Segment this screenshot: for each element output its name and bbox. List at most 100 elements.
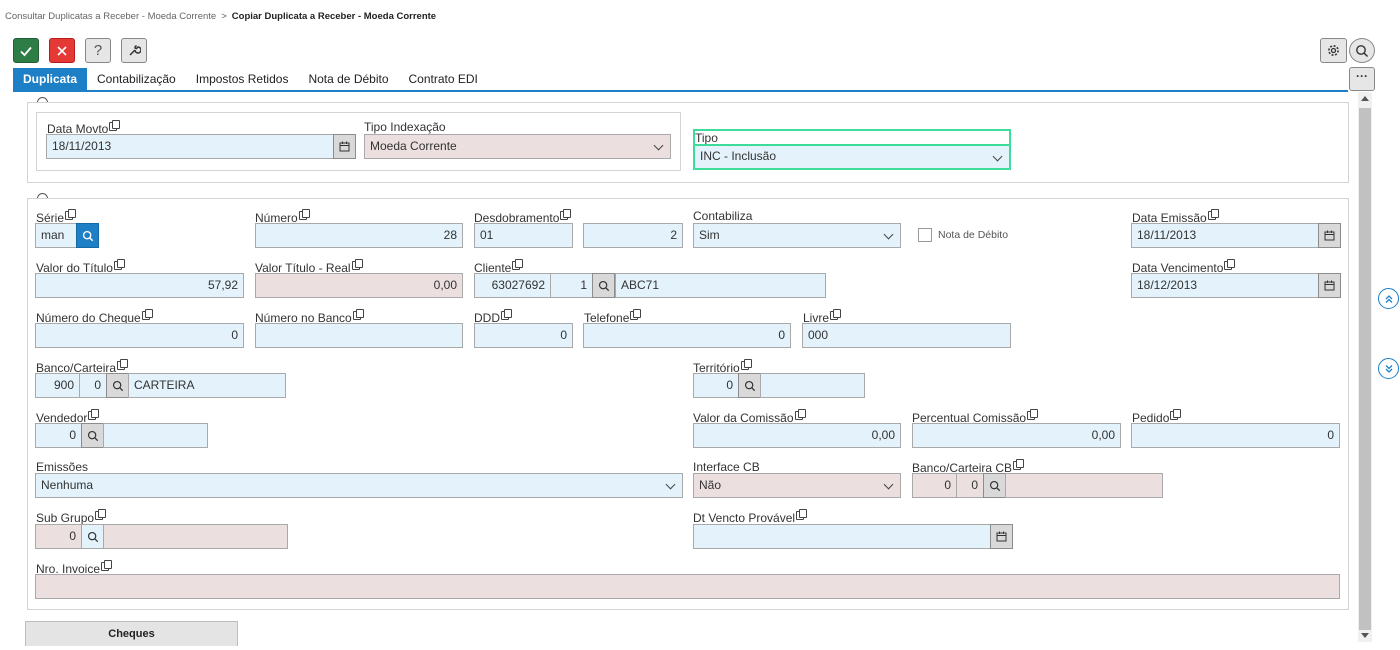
territorio-search-button[interactable]	[738, 373, 761, 398]
copy-icon[interactable]	[113, 259, 125, 270]
scroll-up-arrow-icon[interactable]	[1361, 96, 1369, 101]
copy-icon[interactable]	[95, 509, 107, 520]
data-emissao-field[interactable]: 18/11/2013	[1131, 223, 1319, 248]
telefone-field[interactable]: 0	[583, 323, 791, 348]
tab-nota-de-debito[interactable]: Nota de Débito	[298, 68, 398, 91]
tab-underline	[13, 90, 1348, 92]
copy-icon[interactable]	[351, 259, 363, 270]
data-movto-field[interactable]: 18/11/2013	[46, 134, 334, 159]
percentual-comissao-field[interactable]: 0,00	[912, 423, 1121, 448]
ddd-field[interactable]: 0	[474, 323, 573, 348]
territorio-field[interactable]: 0	[693, 373, 739, 398]
tools-button[interactable]	[121, 38, 147, 63]
data-vencimento-calendar-button[interactable]	[1318, 273, 1341, 298]
cliente-name-field[interactable]: ABC71	[615, 273, 826, 298]
copy-icon[interactable]	[1013, 459, 1025, 470]
copy-icon[interactable]	[501, 309, 512, 320]
scroll-down-arrow-icon[interactable]	[1361, 633, 1369, 638]
copy-icon[interactable]	[830, 309, 842, 320]
serie-search-button[interactable]	[76, 223, 99, 248]
search-button[interactable]	[1349, 38, 1375, 63]
copy-icon[interactable]	[740, 359, 752, 370]
confirm-button[interactable]	[13, 38, 39, 63]
numero-cheque-field[interactable]: 0	[35, 323, 244, 348]
numero-field[interactable]: 28	[255, 223, 463, 248]
breadcrumb-parent[interactable]: Consultar Duplicatas a Receber - Moeda C…	[5, 11, 216, 22]
copy-icon[interactable]	[141, 309, 153, 320]
copy-icon[interactable]	[101, 560, 113, 571]
data-vencimento-field[interactable]: 18/12/2013	[1131, 273, 1319, 298]
banco-carteira-cb-search-button[interactable]	[983, 473, 1006, 498]
data-emissao-calendar-button[interactable]	[1318, 223, 1341, 248]
copy-icon[interactable]	[1207, 209, 1219, 220]
vendedor-field[interactable]: 0	[35, 423, 82, 448]
valor-comissao-field[interactable]: 0,00	[693, 423, 901, 448]
serie-field[interactable]: man	[35, 223, 77, 248]
territorio-desc-field[interactable]	[760, 373, 865, 398]
copy-icon[interactable]	[65, 209, 77, 220]
copy-icon[interactable]	[1027, 409, 1039, 420]
settings-button[interactable]	[1320, 38, 1347, 63]
help-button[interactable]: ?	[85, 38, 111, 63]
copy-icon[interactable]	[512, 259, 524, 270]
copy-icon[interactable]	[1224, 259, 1236, 270]
search-icon	[1356, 44, 1369, 57]
desdobramento-seq-field[interactable]: 2	[583, 223, 683, 248]
dt-vencto-provavel-field[interactable]	[693, 524, 991, 549]
contabiliza-select[interactable]: Sim	[693, 223, 901, 248]
vendedor-search-button[interactable]	[81, 423, 104, 448]
copy-icon[interactable]	[630, 309, 642, 320]
cliente-code-field[interactable]: 63027692	[474, 273, 551, 298]
tab-contrato-edi[interactable]: Contrato EDI	[399, 68, 488, 91]
cliente-search-button[interactable]	[592, 273, 615, 298]
copy-icon[interactable]	[1170, 409, 1182, 420]
dt-vencto-provavel-calendar-button[interactable]	[990, 524, 1013, 549]
desdobramento-field[interactable]: 01	[474, 223, 573, 248]
search-icon	[744, 380, 755, 391]
chevron-down-icon	[883, 229, 894, 240]
banco-field[interactable]: 900	[35, 373, 80, 398]
scrollbar-thumb[interactable]	[1359, 108, 1371, 630]
chevron-down-icon	[665, 479, 676, 490]
copy-icon[interactable]	[794, 409, 806, 420]
scroll-to-top-button[interactable]	[1378, 288, 1399, 309]
carteira-field[interactable]: 0	[79, 373, 107, 398]
sub-grupo-search-button[interactable]	[81, 524, 104, 549]
vendedor-desc-field[interactable]	[103, 423, 208, 448]
copy-icon[interactable]	[796, 509, 808, 520]
cheques-tab[interactable]: Cheques	[25, 621, 238, 646]
valor-titulo-real-field: 0,00	[255, 273, 463, 298]
banco-carteira-desc-field[interactable]: CARTEIRA	[128, 373, 286, 398]
copy-icon[interactable]	[117, 359, 129, 370]
livre-field[interactable]: 000	[802, 323, 1011, 348]
calendar-icon	[339, 141, 350, 152]
tab-duplicata[interactable]: Duplicata	[13, 68, 88, 91]
more-options-button[interactable]: ···	[1349, 67, 1375, 91]
copy-icon[interactable]	[109, 120, 121, 131]
search-icon	[82, 230, 93, 241]
scroll-to-bottom-button[interactable]	[1378, 358, 1399, 379]
copy-icon[interactable]	[298, 209, 310, 220]
tab-impostos-retidos[interactable]: Impostos Retidos	[186, 68, 299, 91]
copy-icon[interactable]	[88, 409, 100, 420]
copy-icon[interactable]	[352, 309, 364, 320]
cliente-seq-field[interactable]: 1	[550, 273, 593, 298]
valor-titulo-field[interactable]: 57,92	[35, 273, 244, 298]
emissoes-select[interactable]: Nenhuma	[35, 473, 683, 498]
data-movto-calendar-button[interactable]	[333, 134, 356, 159]
interface-cb-select[interactable]: Não	[693, 473, 901, 498]
close-icon	[57, 45, 67, 56]
sub-grupo-field: 0	[35, 524, 82, 549]
tipo-focus-frame	[693, 129, 1011, 170]
banco-carteira-search-button[interactable]	[106, 373, 129, 398]
tab-contabilizacao[interactable]: Contabilização	[87, 68, 186, 91]
nota-de-debito-checkbox[interactable]	[918, 228, 932, 242]
search-icon	[598, 280, 609, 291]
cancel-button[interactable]	[49, 38, 75, 63]
copy-icon[interactable]	[560, 209, 572, 220]
interface-cb-value: Não	[699, 478, 722, 492]
emissoes-value: Nenhuma	[41, 478, 94, 492]
pedido-field[interactable]: 0	[1131, 423, 1340, 448]
tipo-indexacao-select[interactable]: Moeda Corrente	[364, 134, 671, 159]
numero-banco-field[interactable]	[255, 323, 463, 348]
